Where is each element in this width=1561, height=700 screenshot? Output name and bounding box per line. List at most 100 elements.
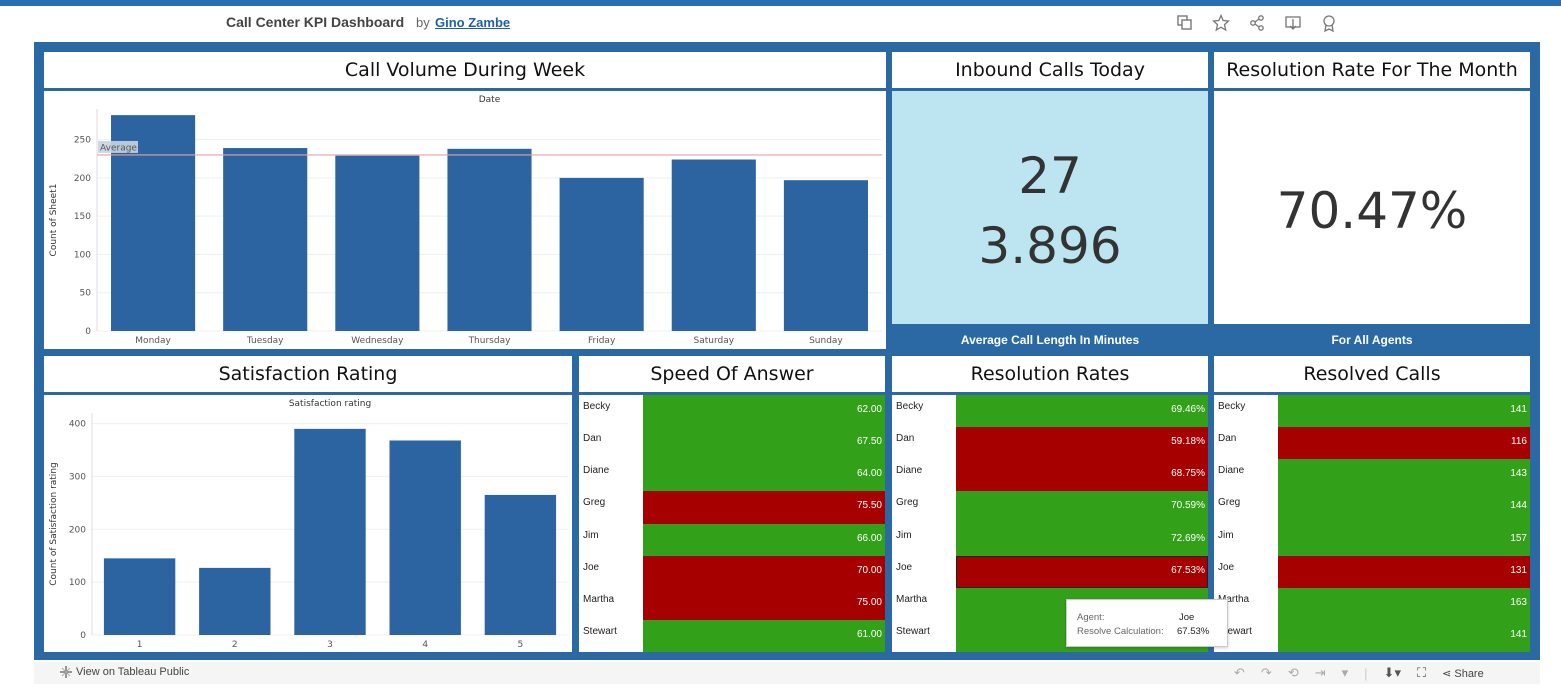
agent-name: Becky — [583, 401, 611, 413]
share-button[interactable]: ⋖ Share — [1442, 667, 1484, 680]
resolved-calls-table[interactable]: Becky 141 Dan 116 Diane 143 Greg 144 Jim 157 Joe 13… — [1214, 395, 1530, 652]
byline: by — [416, 15, 430, 30]
table-row[interactable]: Stewart 141 — [1214, 619, 1530, 652]
x-tick-label: 4 — [422, 640, 428, 650]
value-cell[interactable]: 141 — [1278, 395, 1530, 428]
y-tick-label: 400 — [69, 420, 86, 430]
value-cell[interactable]: 75.00 — [643, 587, 885, 620]
value-cell[interactable]: 131 — [1278, 555, 1530, 588]
x-tick-label: 3 — [327, 640, 333, 650]
table-row[interactable]: Becky 69.46% — [892, 395, 1208, 428]
table-row[interactable]: Becky 141 — [1214, 395, 1530, 428]
table-row[interactable]: Jim 66.00 — [579, 523, 885, 556]
value-cell[interactable]: 66.00 — [643, 523, 885, 556]
value-cell[interactable]: 141 — [1278, 619, 1530, 652]
value-cell[interactable]: 163 — [1278, 587, 1530, 620]
value-cell[interactable]: 59.18% — [956, 427, 1208, 460]
satisfaction-chart-panel[interactable]: Satisfaction rating Count of Satisfaction… — [44, 395, 572, 652]
bar — [223, 148, 308, 331]
table-row[interactable]: Stewart 61.00 — [579, 619, 885, 652]
dashboard-canvas: Call Volume During Week Date Count of She… — [34, 42, 1540, 660]
table-row[interactable]: Joe 70.00 — [579, 555, 885, 588]
cell-value: 70.59% — [1171, 500, 1205, 512]
table-row[interactable]: Greg 70.59% — [892, 491, 1208, 524]
table-row[interactable]: Joe 131 — [1214, 555, 1530, 588]
table-row[interactable]: Diane 143 — [1214, 459, 1530, 492]
agent-name: Jim — [583, 529, 599, 541]
tooltip-calc-value: 67.53% — [1177, 626, 1210, 637]
agent-name: Greg — [896, 497, 919, 509]
value-cell[interactable]: 70.00 — [643, 555, 885, 588]
value-cell[interactable]: 143 — [1278, 459, 1530, 492]
value-cell[interactable]: 68.75% — [956, 459, 1208, 492]
value-cell[interactable]: 144 — [1278, 491, 1530, 524]
table-row[interactable]: Jim 72.69% — [892, 523, 1208, 556]
satisfaction-bar-chart[interactable]: Satisfaction rating Count of Satisfaction… — [44, 395, 572, 652]
y-tick-label: 200 — [69, 525, 86, 535]
table-row[interactable]: Greg 75.50 — [579, 491, 885, 524]
value-cell[interactable]: 116 — [1278, 427, 1530, 460]
table-row[interactable]: Diane 64.00 — [579, 459, 885, 492]
fullscreen-icon[interactable]: ⛶ — [1417, 665, 1426, 681]
value-cell[interactable]: 67.50 — [643, 427, 885, 460]
agent-name: Martha — [583, 593, 615, 605]
x-tick-label: Sunday — [809, 336, 843, 346]
redo-icon[interactable]: ↷ — [1261, 665, 1272, 681]
table-row[interactable]: Jim 157 — [1214, 523, 1530, 556]
cell-value: 131 — [1510, 564, 1527, 576]
x-tick-label: Tuesday — [246, 336, 284, 346]
pause-icon[interactable]: ▾ — [1342, 665, 1349, 681]
table-row[interactable]: Joe 67.53% — [892, 555, 1208, 588]
table-row[interactable]: Becky 62.00 — [579, 395, 885, 428]
share-label: Share — [1454, 667, 1484, 680]
agent-name: Martha — [896, 593, 928, 605]
value-cell[interactable]: 72.69% — [956, 523, 1208, 556]
value-cell[interactable]: 75.50 — [643, 491, 885, 524]
volume-chart-panel[interactable]: Date Count of Sheet1 0 50 100 150 200 250 Monday… — [44, 91, 886, 349]
download-menu-icon[interactable]: ⬇▾ — [1384, 665, 1401, 681]
star-icon[interactable] — [1212, 14, 1230, 32]
table-row[interactable]: Martha 163 — [1214, 587, 1530, 620]
chart-title: Date — [479, 95, 501, 105]
table-row[interactable]: Dan 116 — [1214, 427, 1530, 460]
tooltip: Agent: Joe Resolve Calculation: 67.53% — [1066, 599, 1228, 647]
agent-name: Diane — [1218, 465, 1245, 477]
value-cell[interactable]: 70.59% — [956, 491, 1208, 524]
inbound-kpi-panel[interactable]: 27 3.896 — [892, 91, 1208, 324]
author-link[interactable]: Gino Zambe — [435, 15, 510, 30]
table-row[interactable]: Dan 67.50 — [579, 427, 885, 460]
y-tick-label: 100 — [69, 578, 86, 588]
value-cell[interactable]: 157 — [1278, 523, 1530, 556]
y-axis-label: Count of Satisfaction rating — [49, 462, 59, 585]
table-row[interactable]: Martha 75.00 — [579, 587, 885, 620]
value-cell[interactable]: 69.46% — [956, 395, 1208, 428]
table-row[interactable]: Dan 59.18% — [892, 427, 1208, 460]
cell-value: 75.50 — [856, 500, 882, 512]
cell-value: 70.00 — [856, 564, 882, 576]
resolution-month-panel[interactable]: 70.47% — [1214, 91, 1530, 324]
agent-name: Greg — [583, 497, 606, 509]
share-icon[interactable] — [1248, 14, 1266, 32]
value-cell[interactable]: 62.00 — [643, 395, 885, 428]
y-tick-label: 50 — [80, 289, 92, 299]
undo-icon[interactable]: ↶ — [1234, 665, 1245, 681]
for-all-agents-caption: For All Agents — [1331, 333, 1413, 347]
volume-title: Call Volume During Week — [44, 52, 886, 88]
resolution-month-value: 70.47% — [1276, 182, 1468, 240]
duplicate-icon[interactable] — [1176, 14, 1194, 32]
volume-bar-chart[interactable]: Date Count of Sheet1 0 50 100 150 200 250 Monday… — [44, 91, 886, 349]
value-cell[interactable]: 64.00 — [643, 459, 885, 492]
table-row[interactable]: Diane 68.75% — [892, 459, 1208, 492]
refresh-icon[interactable]: ⇥ — [1315, 665, 1326, 681]
view-on-tableau-link[interactable]: View on Tableau Public — [60, 666, 189, 678]
resolved-calls-title: Resolved Calls — [1214, 356, 1530, 392]
revert-icon[interactable]: ⟲ — [1288, 665, 1299, 681]
download-icon[interactable] — [1284, 14, 1302, 32]
speed-table[interactable]: Becky 62.00 Dan 67.50 Diane 64.00 Greg 75.50 Jim… — [579, 395, 885, 652]
value-cell[interactable]: 67.53% — [956, 555, 1208, 588]
value-cell[interactable]: 61.00 — [643, 619, 885, 652]
resolution-rates-title: Resolution Rates — [892, 356, 1208, 392]
badge-icon[interactable] — [1320, 14, 1338, 32]
cell-value: 72.69% — [1171, 532, 1205, 544]
table-row[interactable]: Greg 144 — [1214, 491, 1530, 524]
